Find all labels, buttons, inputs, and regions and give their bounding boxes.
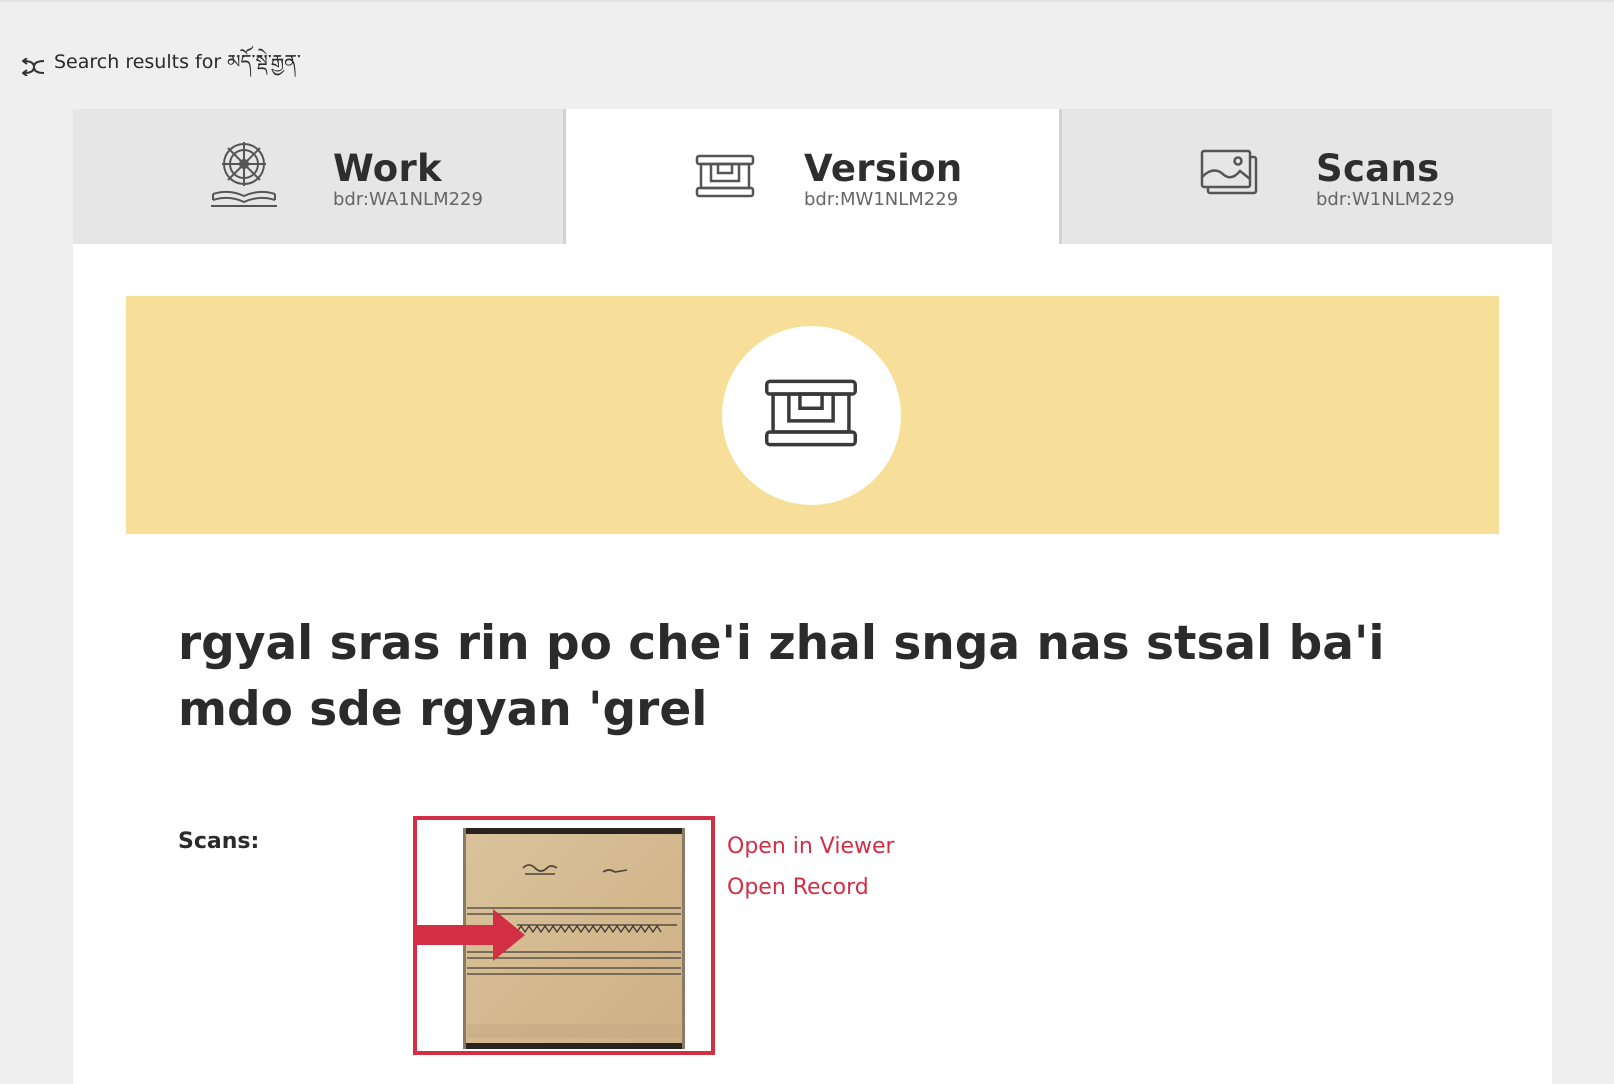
scans-label: Scans: [178, 829, 260, 854]
top-divider [0, 0, 1614, 2]
tab-version-id: bdr:MW1NLM229 [804, 189, 959, 210]
record-card: Work bdr:WA1NLM229 Version bdr:MW1NLM229 [73, 109, 1552, 1084]
images-icon [1200, 149, 1258, 195]
banner-icon-circle [722, 326, 901, 505]
tab-work[interactable]: Work bdr:WA1NLM229 [73, 109, 566, 244]
back-to-search-link[interactable]: Search results for མདོ་སྡེ་རྒྱན་ [22, 40, 301, 94]
tab-scans-id: bdr:W1NLM229 [1316, 189, 1455, 210]
record-tabs: Work bdr:WA1NLM229 Version bdr:MW1NLM229 [73, 109, 1552, 244]
pecha-version-icon [695, 154, 755, 198]
pecha-version-icon [765, 379, 857, 447]
type-banner [126, 296, 1499, 534]
back-arrows-icon [22, 58, 45, 76]
dharma-wheel-book-icon [211, 142, 277, 207]
tab-scans[interactable]: Scans bdr:W1NLM229 [1059, 109, 1552, 244]
arrow-right-icon [415, 909, 525, 961]
page-title: rgyal sras rin po che'i zhal snga nas st… [178, 616, 1385, 737]
tab-work-id: bdr:WA1NLM229 [333, 189, 483, 210]
tab-scans-title: Scans [1316, 147, 1440, 190]
open-in-viewer-link[interactable]: Open in Viewer [727, 834, 895, 859]
back-link-label: Search results for མདོ་སྡེ་རྒྱན་ [54, 51, 301, 73]
tab-work-title: Work [333, 147, 442, 190]
tab-version-title: Version [804, 147, 963, 190]
tab-version[interactable]: Version bdr:MW1NLM229 [566, 109, 1059, 244]
open-record-link[interactable]: Open Record [727, 875, 869, 900]
